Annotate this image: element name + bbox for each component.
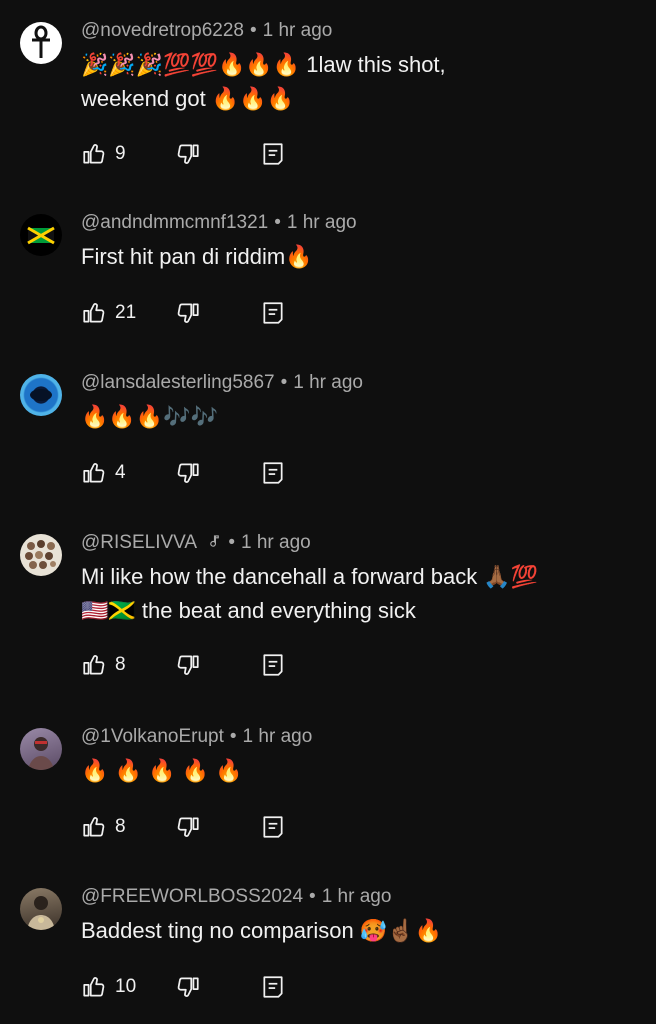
separator-dot: • [249, 20, 257, 41]
reply-icon [263, 462, 283, 484]
comment-text: Mi like how the dancehall a forward back… [81, 560, 621, 628]
thumbs-up-icon [83, 463, 105, 483]
like-button[interactable]: 4 [81, 460, 126, 486]
like-count: 8 [115, 654, 126, 675]
thumbs-up-icon [83, 655, 105, 675]
reply-button[interactable] [260, 814, 286, 840]
like-count: 8 [115, 816, 126, 837]
dislike-button[interactable] [175, 300, 201, 326]
thumbs-down-icon [177, 303, 199, 323]
timestamp: 1 hr ago [242, 726, 313, 747]
author-handle[interactable]: @FREEWORLBOSS2024 [81, 886, 303, 907]
comment-text-line: 🇺🇸🇯🇲 the beat and everything sick [81, 598, 416, 623]
comment-text-line: 🔥🔥🔥🎶🎶 [81, 404, 218, 429]
music-note-icon [210, 535, 220, 547]
thumbs-down-icon [177, 655, 199, 675]
thumbs-down-icon [177, 463, 199, 483]
like-button[interactable]: 10 [81, 974, 136, 1000]
comment-header: @novedretrop6228 • 1 hr ago [81, 20, 332, 42]
comment-text-line: First hit pan di riddim🔥 [81, 244, 313, 269]
thumbs-down-icon [177, 817, 199, 837]
reply-button[interactable] [260, 652, 286, 678]
author-handle[interactable]: @lansdalesterling5867 [81, 372, 275, 393]
ankh-icon [32, 25, 50, 58]
like-button[interactable]: 9 [81, 141, 126, 167]
reply-button[interactable] [260, 974, 286, 1000]
reply-button[interactable] [260, 460, 286, 486]
comment-header: @andndmmcmnf1321 • 1 hr ago [81, 212, 357, 234]
comment-text: 🔥🔥🔥🎶🎶 [81, 400, 621, 434]
collage-icon [25, 540, 56, 569]
avatar[interactable] [20, 728, 62, 770]
thumbs-up-icon [83, 977, 105, 997]
timestamp: 1 hr ago [262, 20, 333, 41]
reply-icon [263, 976, 283, 998]
comment-header: @RISELIVVA • 1 hr ago [81, 532, 311, 554]
comment-header: @FREEWORLBOSS2024 • 1 hr ago [81, 886, 391, 908]
portrait-icon [27, 896, 55, 930]
comment-text-line: 🔥 🔥 🔥 🔥 🔥 [81, 758, 243, 783]
dislike-button[interactable] [175, 652, 201, 678]
reply-icon [263, 816, 283, 838]
timestamp: 1 hr ago [293, 372, 363, 393]
blue-hole-icon [30, 389, 52, 401]
timestamp: 1 hr ago [321, 886, 392, 907]
avatar[interactable] [20, 22, 62, 64]
like-count: 9 [115, 143, 126, 164]
dislike-button[interactable] [175, 460, 201, 486]
comment-text-line: Mi like how the dancehall a forward back… [81, 564, 539, 589]
timestamp: 1 hr ago [240, 532, 311, 553]
avatar[interactable] [20, 374, 62, 416]
like-button[interactable]: 8 [81, 814, 126, 840]
person-icon [28, 737, 54, 770]
reply-button[interactable] [260, 141, 286, 167]
comment-text: 🔥 🔥 🔥 🔥 🔥 [81, 754, 621, 788]
comment-text-line: Baddest ting no comparison 🥵☝🏾🔥 [81, 918, 443, 943]
comment-text-line: weekend got 🔥🔥🔥 [81, 86, 295, 111]
avatar[interactable] [20, 888, 62, 930]
separator-dot: • [228, 532, 235, 553]
author-handle[interactable]: @novedretrop6228 [81, 20, 244, 41]
separator-dot: • [309, 886, 316, 907]
dislike-button[interactable] [175, 141, 201, 167]
avatar[interactable] [20, 534, 62, 576]
thumbs-down-icon [177, 144, 199, 164]
dislike-button[interactable] [175, 814, 201, 840]
comment-text: First hit pan di riddim🔥 [81, 240, 621, 274]
like-button[interactable]: 21 [81, 300, 136, 326]
author-handle[interactable]: @andndmmcmnf1321 [81, 212, 268, 233]
comment-text: Baddest ting no comparison 🥵☝🏾🔥 [81, 914, 621, 948]
separator-dot: • [229, 726, 237, 747]
like-button[interactable]: 8 [81, 652, 126, 678]
reply-icon [263, 654, 283, 676]
comment-text-line: 🎉🎉🎉💯💯🔥🔥🔥 1law this shot, [81, 52, 446, 77]
comment-header: @lansdalesterling5867 • 1 hr ago [81, 372, 363, 394]
author-handle[interactable]: @1VolkanoErupt [81, 726, 224, 747]
reply-icon [263, 302, 283, 324]
comment-text: 🎉🎉🎉💯💯🔥🔥🔥 1law this shot, weekend got 🔥🔥🔥 [81, 48, 621, 116]
timestamp: 1 hr ago [286, 212, 357, 233]
thumbs-up-icon [83, 303, 105, 323]
thumbs-up-icon [83, 817, 105, 837]
like-count: 10 [115, 976, 137, 997]
comment-header: @1VolkanoErupt • 1 hr ago [81, 726, 312, 748]
avatar[interactable] [20, 214, 62, 256]
jamaica-flag-icon [27, 226, 55, 245]
like-count: 21 [115, 302, 137, 323]
author-handle[interactable]: @RISELIVVA [81, 532, 196, 553]
thumbs-up-icon [83, 144, 105, 164]
like-count: 4 [115, 462, 126, 483]
separator-dot: • [274, 212, 281, 233]
reply-button[interactable] [260, 300, 286, 326]
separator-dot: • [280, 372, 288, 393]
thumbs-down-icon [177, 977, 199, 997]
dislike-button[interactable] [175, 974, 201, 1000]
reply-icon [263, 143, 283, 165]
